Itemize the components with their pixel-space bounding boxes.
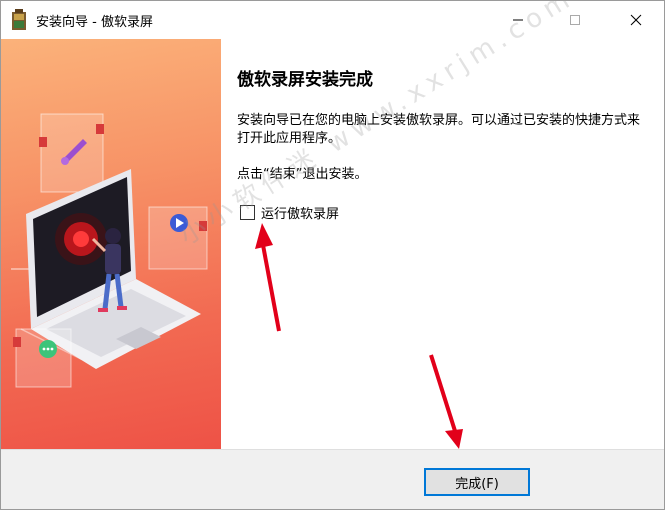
minimize-button[interactable] [495,1,541,39]
run-app-checkbox[interactable]: 运行傲软录屏 [240,203,339,222]
window-title: 安装向导 - 傲软录屏 [36,15,153,30]
completion-description: 安装向导已在您的电脑上安装傲软录屏。可以通过已安装的快捷方式来打开此应用程序。 [237,113,641,146]
chat-card [13,328,72,388]
exit-hint: 点击“结束”退出安装。 [237,167,368,182]
footer-bar: 完成(F) [1,449,664,509]
laptop-illustration [11,113,208,388]
run-app-label: 运行傲软录屏 [261,207,340,222]
app-icon [12,9,26,30]
close-icon [630,14,642,26]
checkbox-box[interactable] [240,205,255,220]
side-banner [1,39,221,449]
brush-card [39,113,104,193]
page-title: 傲软录屏安装完成 [237,70,373,90]
title-bar[interactable]: 安装向导 - 傲软录屏 [1,1,664,39]
maximize-icon [570,15,580,25]
close-button[interactable] [613,1,659,39]
content-panel: 傲软录屏安装完成 安装向导已在您的电脑上安装傲软录屏。可以通过已安装的快捷方式来… [221,39,664,449]
maximize-button[interactable] [552,1,598,39]
play-card [148,206,208,270]
finish-button[interactable]: 完成(F) [424,468,530,496]
installer-window: 安装向导 - 傲软录屏 傲软录屏安装完成 安装向导已在您的电脑上安装傲软录屏。可… [0,0,665,510]
minimize-icon [513,19,523,21]
